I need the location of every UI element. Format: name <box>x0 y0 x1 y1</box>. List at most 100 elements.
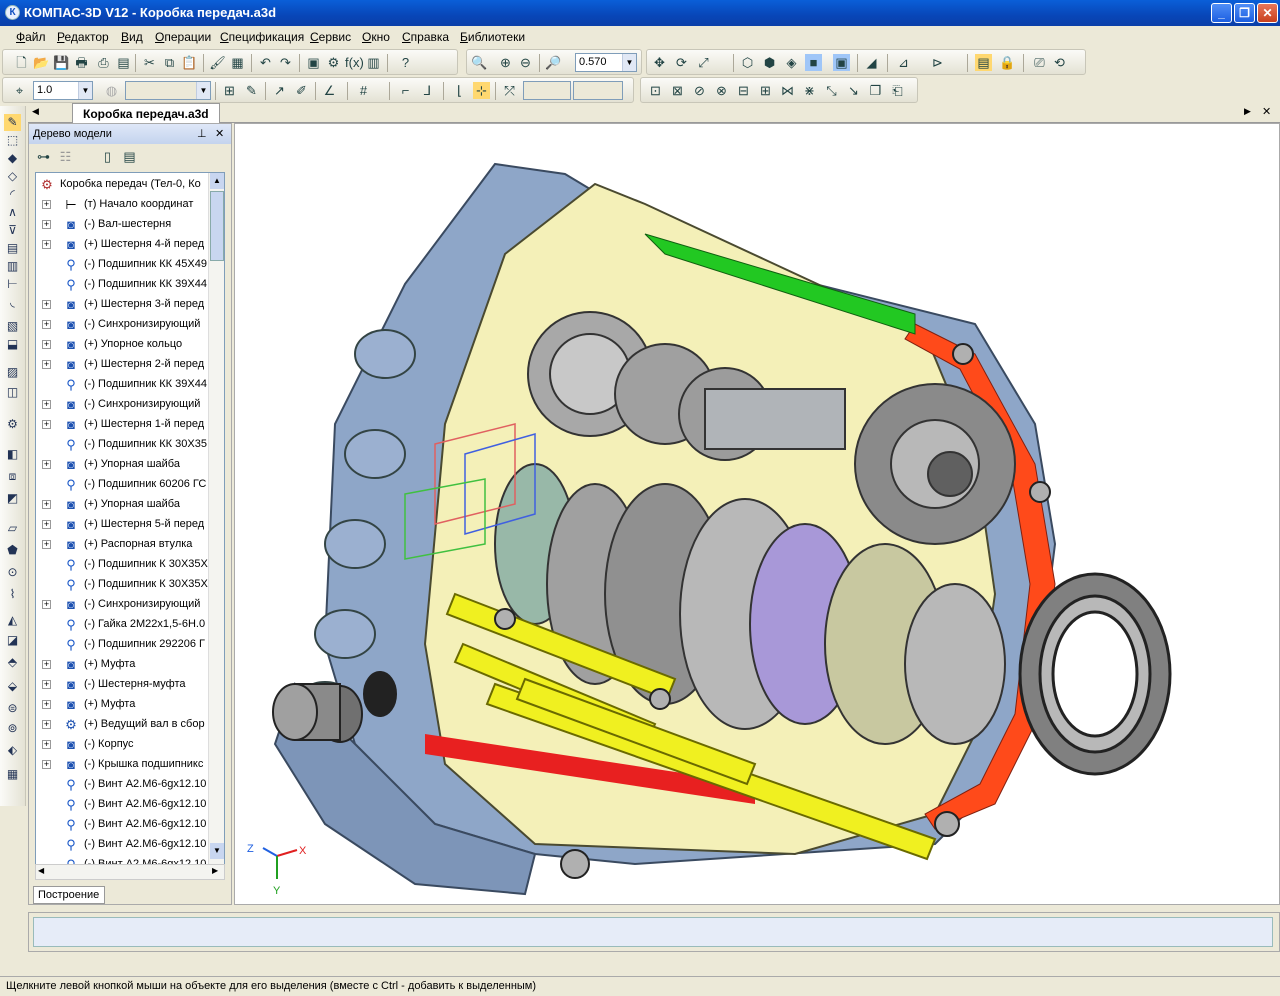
wireframe-icon[interactable]: ⬡ <box>739 54 756 71</box>
expand-icon[interactable]: + <box>42 660 51 669</box>
tree-item[interactable]: + ◙ (+) Шестерня 1-й перед <box>36 415 208 435</box>
tree-item[interactable]: + ◙ (+) Распорная втулка <box>36 535 208 555</box>
thin-hidden-lines-icon[interactable]: ◈ <box>783 54 800 71</box>
surface-icon[interactable]: ◧ <box>4 446 21 463</box>
library-tool-icon[interactable]: ⚙ <box>4 416 21 433</box>
collision-icon[interactable]: ⬖ <box>4 742 21 759</box>
report-icon[interactable]: ▥ <box>4 258 21 275</box>
expand-icon[interactable]: + <box>42 360 51 369</box>
mirror-icon[interactable]: ◩ <box>4 490 21 507</box>
local-cs-icon[interactable]: ⊞ <box>221 82 238 99</box>
expand-icon[interactable]: + <box>42 460 51 469</box>
contour-icon[interactable]: ⌊ <box>451 82 468 99</box>
tab-construction[interactable]: Построение <box>33 886 105 904</box>
scroll-down-icon[interactable]: ▼ <box>210 843 224 859</box>
constraint-9-icon[interactable]: ⤡ <box>823 82 840 99</box>
paste-icon[interactable]: 📋 <box>181 54 198 71</box>
tab-close-icon[interactable]: ✕ <box>1262 105 1271 118</box>
constraint-7-icon[interactable]: ⋈ <box>779 82 796 99</box>
zoom-in-icon[interactable]: ⊕ <box>497 54 514 71</box>
tree-list-icon[interactable]: ▤ <box>121 148 138 165</box>
minimize-button[interactable]: _ <box>1211 3 1232 23</box>
tree-toggle-icon[interactable]: ▤ <box>975 54 992 71</box>
scroll-right-icon[interactable]: ▶ <box>212 866 218 875</box>
tree-root[interactable]: ⚙ Коробка передач (Тел-0, Ко <box>36 175 208 195</box>
pan-icon[interactable]: ✥ <box>651 54 668 71</box>
tree-item[interactable]: ⚲ (-) Подшипник К 30Х35Х <box>36 555 208 575</box>
draw-icon[interactable]: ✐ <box>293 82 310 99</box>
ortho-icon[interactable]: ⌐ <box>397 82 414 99</box>
tab-scroll-right-icon[interactable]: ▶ <box>1244 106 1251 117</box>
gearbox-model-render[interactable]: Z X Y <box>235 124 1280 905</box>
zoom-scale-icon[interactable]: 🔎 <box>545 54 562 71</box>
grid-icon[interactable]: # <box>355 82 372 99</box>
snap-point-icon[interactable]: ⊹ <box>473 82 490 99</box>
fillet-icon[interactable]: ◜ <box>4 186 21 203</box>
menu-file[interactable]: Файл <box>16 30 46 44</box>
expand-icon[interactable]: + <box>42 300 51 309</box>
menu-specification[interactable]: Спецификация <box>220 30 304 44</box>
refresh-icon[interactable]: ⟲ <box>1051 54 1068 71</box>
zoom-window-icon[interactable]: 🔍 <box>471 54 488 71</box>
tree-item[interactable]: + ◙ (+) Шестерня 4-й перед <box>36 235 208 255</box>
layer-icon[interactable]: ◍ <box>103 82 120 99</box>
tree-item[interactable]: + ◙ (-) Корпус <box>36 735 208 755</box>
zoom-value-combo[interactable]: 0.570 ▼ <box>575 53 637 72</box>
spec-table-icon[interactable]: ▦ <box>4 766 21 783</box>
shaded-edges-icon[interactable]: ▣ <box>833 54 850 71</box>
expand-icon[interactable]: + <box>42 240 51 249</box>
expand-icon[interactable]: + <box>42 200 51 209</box>
array-icon[interactable]: ⧈ <box>4 468 21 485</box>
constraint-2-icon[interactable]: ⊠ <box>669 82 686 99</box>
constraint-8-icon[interactable]: ⋇ <box>801 82 818 99</box>
tree-item[interactable]: ⚲ (-) Подшипник 60206 ГС <box>36 475 208 495</box>
measure-tool-icon[interactable]: ⊢ <box>4 276 21 293</box>
component-icon[interactable]: ▧ <box>4 318 21 335</box>
extrude-icon[interactable]: ◆ <box>4 150 21 167</box>
constraint-12-icon[interactable]: ⎗ <box>889 82 906 99</box>
help-pointer-icon[interactable]: ? <box>397 54 414 71</box>
tree-doc-icon[interactable]: ▯ <box>99 148 116 165</box>
expand-icon[interactable]: + <box>42 720 51 729</box>
expand-icon[interactable]: + <box>42 500 51 509</box>
hole-icon[interactable]: ⊚ <box>4 720 21 737</box>
spec-doc-icon[interactable]: ▤ <box>4 240 21 257</box>
tree-item[interactable]: + ◙ (+) Упорное кольцо <box>36 335 208 355</box>
constraint-10-icon[interactable]: ↘ <box>845 82 862 99</box>
snap-icon[interactable]: ⊳ <box>929 54 946 71</box>
print-setup-icon[interactable]: ▤ <box>115 54 132 71</box>
expand-icon[interactable]: + <box>42 680 51 689</box>
angle-icon[interactable]: ∠ <box>321 82 338 99</box>
tab-gearbox[interactable]: Коробка передач.a3d <box>72 103 220 123</box>
edit-sketch-icon[interactable]: ✎ <box>243 82 260 99</box>
tree-item[interactable]: + ◙ (+) Упорная шайба <box>36 495 208 515</box>
assembly-tool-icon[interactable]: ▨ <box>4 364 21 381</box>
panel-close-icon[interactable]: ✕ <box>215 127 224 140</box>
chevron-down-icon[interactable]: ▼ <box>622 54 636 71</box>
tree-item[interactable]: + ◙ (+) Упорная шайба <box>36 455 208 475</box>
spec-filter-icon[interactable]: ⊽ <box>4 222 21 239</box>
cursor-icon[interactable]: ⤱ <box>501 82 518 99</box>
undo-icon[interactable]: ↶ <box>257 54 274 71</box>
weld-icon[interactable]: ⬙ <box>4 678 21 695</box>
hidden-lines-icon[interactable]: ⬢ <box>761 54 778 71</box>
expand-icon[interactable]: + <box>42 760 51 769</box>
libraries-icon[interactable]: ▥ <box>365 54 382 71</box>
orientation-icon[interactable]: ⤢ <box>695 54 712 71</box>
tree-item[interactable]: ⚲ (-) Подшипник КК 30Х35 <box>36 435 208 455</box>
tree-item[interactable]: + ⚙ (+) Ведущий вал в сбор <box>36 715 208 735</box>
expand-icon[interactable]: + <box>42 340 51 349</box>
menu-help[interactable]: Справка <box>402 30 449 44</box>
close-button[interactable]: ✕ <box>1257 3 1278 23</box>
tree-item[interactable]: + ⊢ (т) Начало координат <box>36 195 208 215</box>
new-file-icon[interactable]: 🗋 <box>13 54 30 71</box>
tree-item[interactable]: + ◙ (+) Шестерня 2-й перед <box>36 355 208 375</box>
cut-icon[interactable]: ✂ <box>141 54 158 71</box>
spline-icon[interactable]: ⌇ <box>4 586 21 603</box>
save-icon[interactable]: 💾 <box>53 54 70 71</box>
tree-item[interactable]: + ◙ (-) Крышка подшипникс <box>36 755 208 775</box>
tree-item[interactable]: + ◙ (+) Шестерня 5-й перед <box>36 515 208 535</box>
function-icon[interactable]: f(x) <box>345 54 364 71</box>
sheet-metal-icon[interactable]: ⬘ <box>4 654 21 671</box>
scroll-thumb[interactable] <box>210 191 224 261</box>
